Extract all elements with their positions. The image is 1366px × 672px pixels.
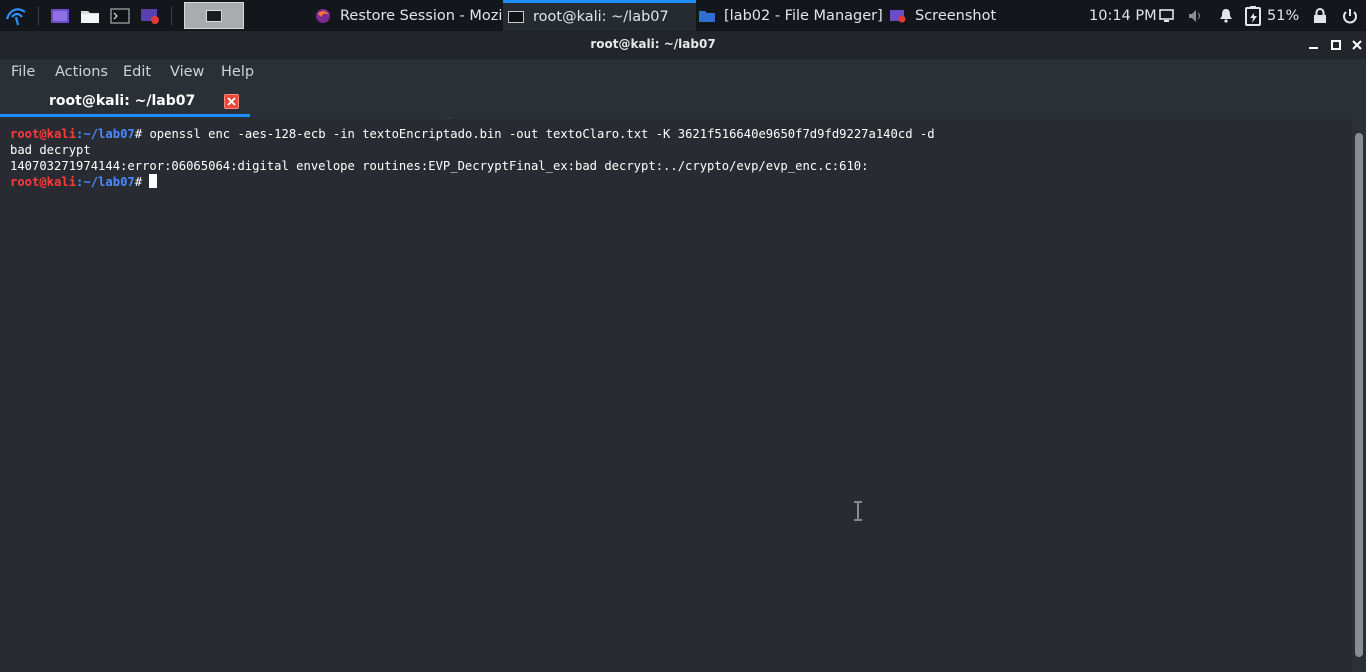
terminal-window: Restore Session - Mozilla Firefox Search… xyxy=(0,31,1366,672)
prompt-path: :~/lab07 xyxy=(76,175,135,189)
panel-separator xyxy=(38,5,39,26)
prompt-symbol: # xyxy=(134,175,150,189)
screenshot-app-icon[interactable] xyxy=(135,0,165,31)
battery-icon xyxy=(1245,5,1261,26)
command-text: openssl enc -aes-128-ecb -in textoEncrip… xyxy=(149,127,935,141)
scrollbar-thumb[interactable] xyxy=(1355,133,1363,657)
battery-percent: 51% xyxy=(1267,7,1300,24)
lock-icon[interactable] xyxy=(1313,0,1327,31)
menu-actions[interactable]: Actions xyxy=(55,64,108,80)
output-line: 140703271974144:error:06065064:digital e… xyxy=(10,159,869,173)
screenshot-icon xyxy=(890,8,906,24)
prompt-user: root@kali xyxy=(10,127,77,141)
tab-bar: root@kali: ~/lab07 xyxy=(0,87,1366,117)
tab-close-icon[interactable] xyxy=(224,94,239,109)
files-icon[interactable] xyxy=(75,0,105,31)
launcher-group xyxy=(0,0,244,31)
maximize-button[interactable] xyxy=(1326,35,1346,55)
power-icon[interactable] xyxy=(1342,0,1358,31)
output-line: bad decrypt xyxy=(10,143,91,157)
firefox-icon xyxy=(315,8,331,24)
prompt-user: root@kali xyxy=(10,175,77,189)
folder-icon xyxy=(699,8,715,24)
menu-help[interactable]: Help xyxy=(221,64,254,80)
terminal-icon[interactable] xyxy=(105,0,135,31)
taskbar-item-label: Screenshot xyxy=(915,7,997,24)
battery-indicator[interactable]: 51% xyxy=(1243,0,1299,31)
window-title: root@kali: ~/lab07 xyxy=(590,37,716,51)
menu-edit[interactable]: Edit xyxy=(123,64,151,80)
taskbar-item-label: Restore Session - Mozil… xyxy=(340,7,502,24)
text-cursor xyxy=(149,174,158,188)
command-line: root@kali:~/lab07# openssl enc -aes-128-… xyxy=(10,126,935,142)
panel-separator xyxy=(171,5,172,26)
volume-icon[interactable] xyxy=(1188,0,1204,31)
window-titlebar[interactable]: root@kali: ~/lab07 xyxy=(0,31,1366,59)
taskbar-item-terminal[interactable]: root@kali: ~/lab07 xyxy=(503,0,696,31)
clock[interactable]: 10:14 PM xyxy=(1089,0,1157,31)
close-button[interactable] xyxy=(1347,35,1366,55)
display-icon[interactable] xyxy=(1159,0,1174,31)
notification-bell-icon[interactable] xyxy=(1219,0,1233,31)
prompt-symbol: # xyxy=(134,127,150,141)
menu-view[interactable]: View xyxy=(170,64,204,80)
taskbar-item-file-manager[interactable]: [lab02 - File Manager] xyxy=(697,0,885,31)
tab-terminal[interactable]: root@kali: ~/lab07 xyxy=(0,87,250,117)
terminal-scrollbar[interactable] xyxy=(1352,119,1366,672)
terminal-output[interactable]: root@kali:~/lab07# openssl enc -aes-128-… xyxy=(0,119,1352,672)
taskbar-item-firefox[interactable]: Restore Session - Mozil… xyxy=(305,0,502,31)
desktop-icon[interactable] xyxy=(45,0,75,31)
terminal-icon xyxy=(508,9,524,25)
ibeam-cursor-icon xyxy=(853,501,863,525)
workspace-switcher[interactable] xyxy=(184,2,244,29)
taskbar-item-label: [lab02 - File Manager] xyxy=(724,7,883,24)
menu-bar: File Actions Edit View Help xyxy=(0,59,1366,87)
top-panel: Restore Session - Mozil… root@kali: ~/la… xyxy=(0,0,1366,31)
taskbar-item-screenshot[interactable]: Screenshot xyxy=(887,0,1067,31)
kali-menu-icon[interactable] xyxy=(0,0,32,31)
prompt-path: :~/lab07 xyxy=(76,127,135,141)
tab-label: root@kali: ~/lab07 xyxy=(49,93,196,109)
minimize-button[interactable] xyxy=(1304,35,1324,55)
menu-file[interactable]: File xyxy=(11,64,35,80)
current-prompt-line: root@kali:~/lab07# xyxy=(10,174,158,190)
taskbar-item-label: root@kali: ~/lab07 xyxy=(533,9,669,25)
